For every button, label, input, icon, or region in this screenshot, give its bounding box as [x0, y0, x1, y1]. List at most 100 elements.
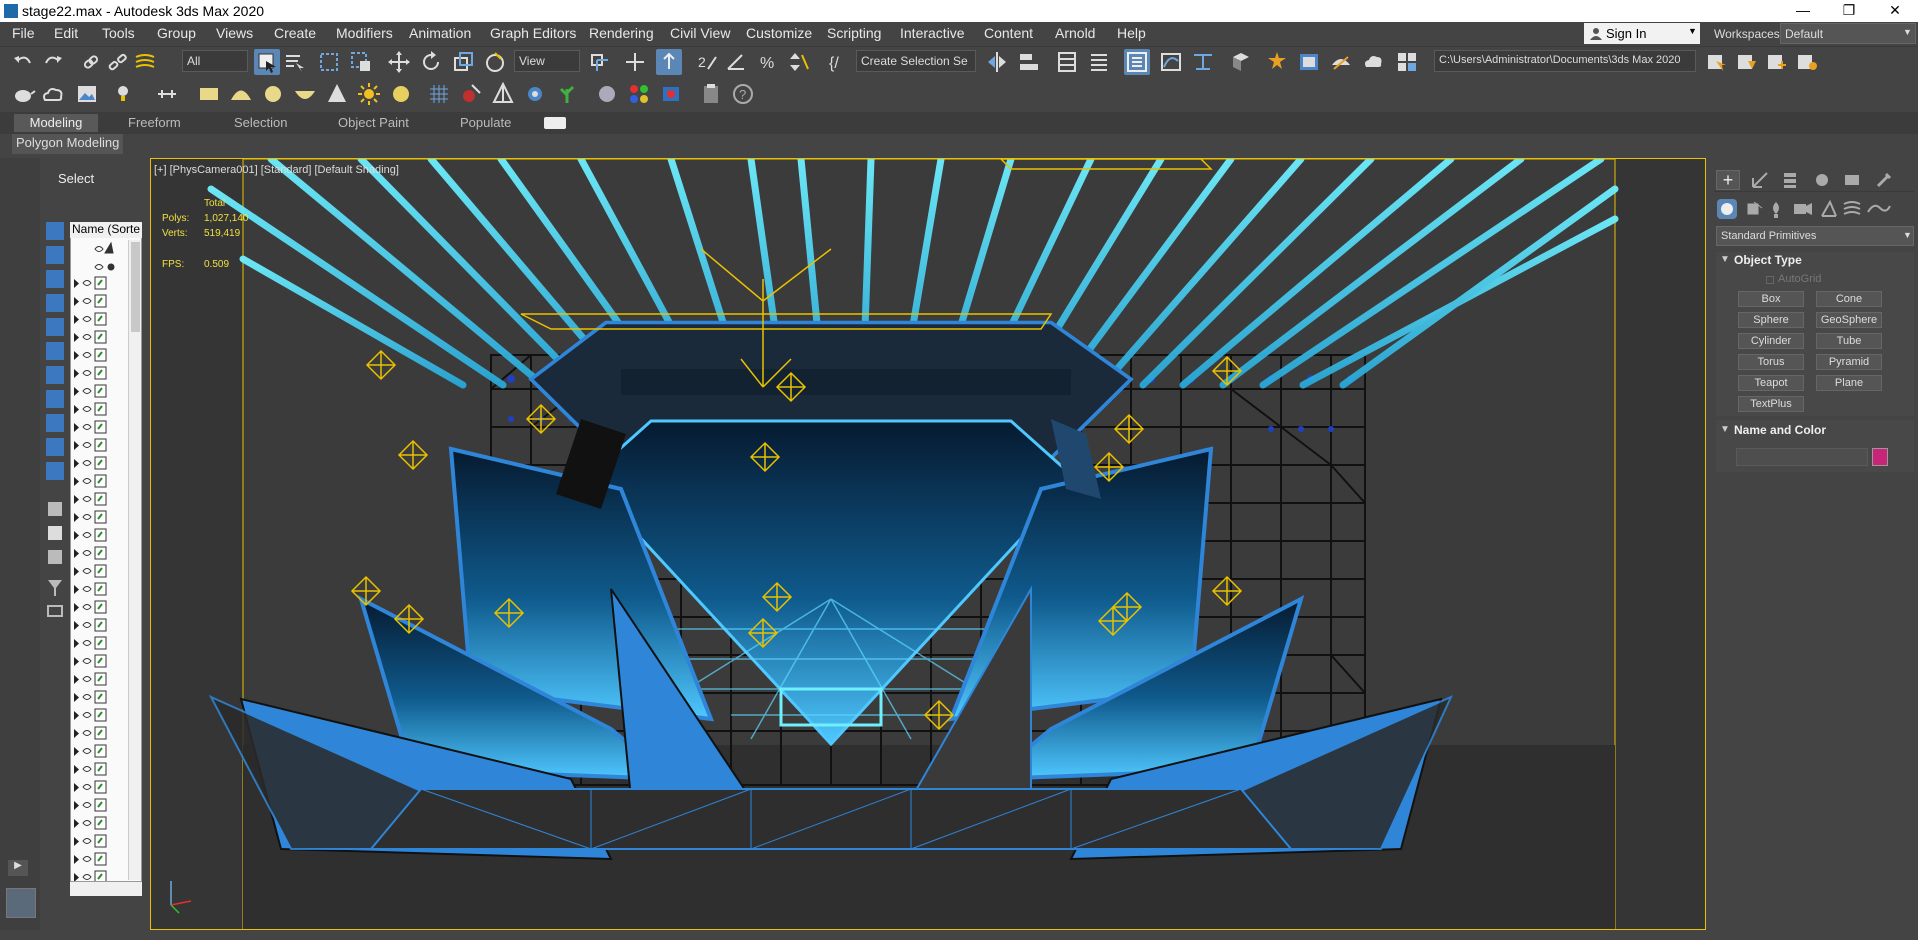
table-row[interactable]: [71, 707, 131, 724]
table-row[interactable]: [71, 725, 131, 742]
polygon-modeling-panel[interactable]: Polygon Modeling: [12, 134, 124, 154]
rendered-frame-window-icon[interactable]: [1296, 49, 1322, 75]
table-row[interactable]: [71, 653, 131, 670]
menu-help[interactable]: Help: [1117, 25, 1146, 41]
object-type-title[interactable]: Object Type: [1734, 253, 1802, 267]
menu-create[interactable]: Create: [274, 25, 316, 41]
teapot-icon[interactable]: [10, 81, 36, 107]
cylinder-button[interactable]: Cylinder: [1738, 333, 1804, 349]
table-row[interactable]: [71, 635, 131, 652]
expand-arrow-icon[interactable]: ▶: [8, 860, 28, 876]
workspaces-select[interactable]: Default ▼: [1780, 23, 1916, 44]
rollout-collapse-icon[interactable]: ▼: [1720, 254, 1730, 265]
rect-selection-icon[interactable]: [316, 49, 342, 75]
table-row[interactable]: [71, 581, 131, 598]
table-row[interactable]: [71, 275, 131, 292]
scrollbar-thumb[interactable]: [131, 242, 140, 332]
select-manipulate-icon[interactable]: [622, 49, 648, 75]
textplus-button[interactable]: TextPlus: [1738, 396, 1804, 412]
table-row[interactable]: [71, 329, 131, 346]
viewport-layout-icon[interactable]: [6, 888, 36, 918]
window-crossing-icon[interactable]: [348, 49, 374, 75]
sphere-object-icon[interactable]: [260, 81, 286, 107]
reference-coord-dropdown[interactable]: View: [514, 50, 580, 72]
table-row[interactable]: [71, 851, 131, 868]
spinner-snap-icon[interactable]: [786, 49, 812, 75]
table-row[interactable]: [71, 671, 131, 688]
name-and-color-title[interactable]: Name and Color: [1734, 423, 1826, 437]
table-row[interactable]: [71, 509, 131, 526]
hierarchy-tab-icon[interactable]: [1780, 170, 1800, 190]
menu-file[interactable]: File: [12, 25, 35, 41]
table-row[interactable]: [71, 401, 131, 418]
cloud-icon[interactable]: [40, 81, 66, 107]
project-folder-icon[interactable]: [1704, 49, 1730, 75]
category-icons-strip[interactable]: [1716, 198, 1916, 220]
torus-button[interactable]: Torus: [1738, 354, 1804, 370]
sign-in-dropdown[interactable]: Sign In ▼: [1584, 23, 1700, 44]
table-row[interactable]: [71, 869, 131, 881]
tube-button[interactable]: Tube: [1816, 333, 1882, 349]
mirror-icon[interactable]: [984, 49, 1010, 75]
table-row[interactable]: [71, 347, 131, 364]
plane-object-icon[interactable]: [196, 81, 222, 107]
render-globe-icon[interactable]: [658, 81, 684, 107]
rollout-collapse-icon[interactable]: ▼: [1720, 424, 1730, 435]
table-row[interactable]: [71, 599, 131, 616]
scene-explorer-toggle-icon[interactable]: [1124, 49, 1150, 75]
image-icon[interactable]: [74, 81, 100, 107]
cone-button[interactable]: Cone: [1816, 291, 1882, 307]
scene-explorer-scrollbar[interactable]: [128, 240, 141, 880]
project-path-dropdown[interactable]: C:\Users\Administrator\Documents\3ds Max…: [1434, 50, 1696, 72]
render-setup-icon[interactable]: [1264, 49, 1290, 75]
align-icon[interactable]: [1016, 49, 1042, 75]
menu-civil-view[interactable]: Civil View: [670, 25, 730, 41]
schematic-view-icon[interactable]: [1190, 49, 1216, 75]
menu-graph-editors[interactable]: Graph Editors: [490, 25, 576, 41]
gray-sphere-icon[interactable]: [594, 81, 620, 107]
cone-object-icon[interactable]: [324, 81, 350, 107]
light-bulb-icon[interactable]: [112, 81, 138, 107]
pyramid-wire-icon[interactable]: [490, 81, 516, 107]
minimize-button[interactable]: —: [1780, 0, 1826, 22]
sun-icon[interactable]: [356, 81, 382, 107]
ribbon-tab-object-paint[interactable]: Object Paint: [328, 114, 419, 132]
curve-editor-icon[interactable]: [1158, 49, 1184, 75]
menu-edit[interactable]: Edit: [54, 25, 78, 41]
place-icon[interactable]: [482, 49, 508, 75]
perspective-viewport[interactable]: [150, 158, 1706, 930]
camera-rig-icon[interactable]: [154, 81, 180, 107]
selection-filter-dropdown[interactable]: All: [182, 50, 248, 72]
named-selection-dropdown[interactable]: Create Selection Se: [856, 50, 976, 72]
table-row[interactable]: [71, 689, 131, 706]
sphere-button[interactable]: Sphere: [1738, 312, 1804, 328]
link-icon[interactable]: [78, 49, 104, 75]
ribbon-options-icon[interactable]: [544, 117, 566, 129]
plane-button[interactable]: Plane: [1816, 375, 1882, 391]
teapot-button[interactable]: Teapot: [1738, 375, 1804, 391]
bind-spacewarp-icon[interactable]: [132, 49, 158, 75]
scale-icon[interactable]: [450, 49, 476, 75]
unlink-icon[interactable]: [104, 49, 130, 75]
table-row[interactable]: [71, 617, 131, 634]
table-row[interactable]: [71, 761, 131, 778]
sky-sphere-icon[interactable]: [388, 81, 414, 107]
utilities-tab-icon[interactable]: [1874, 170, 1894, 190]
material-editor-icon[interactable]: [1228, 49, 1254, 75]
table-row[interactable]: [71, 473, 131, 490]
menu-content[interactable]: Content: [984, 25, 1033, 41]
table-row[interactable]: [71, 293, 131, 310]
redo-icon[interactable]: [40, 49, 66, 75]
material-ball-icon[interactable]: [458, 81, 484, 107]
filter-icons-strip[interactable]: [40, 210, 68, 640]
restore-button[interactable]: ❐: [1826, 0, 1872, 22]
select-object-icon[interactable]: [254, 49, 280, 75]
table-row[interactable]: [71, 455, 131, 472]
bowl-object-icon[interactable]: [292, 81, 318, 107]
menu-tools[interactable]: Tools: [102, 25, 135, 41]
render-production-icon[interactable]: [1328, 49, 1354, 75]
pyramid-button[interactable]: Pyramid: [1816, 354, 1882, 370]
table-row[interactable]: [71, 815, 131, 832]
render-cloud-icon[interactable]: [1360, 49, 1386, 75]
table-row[interactable]: [71, 437, 131, 454]
